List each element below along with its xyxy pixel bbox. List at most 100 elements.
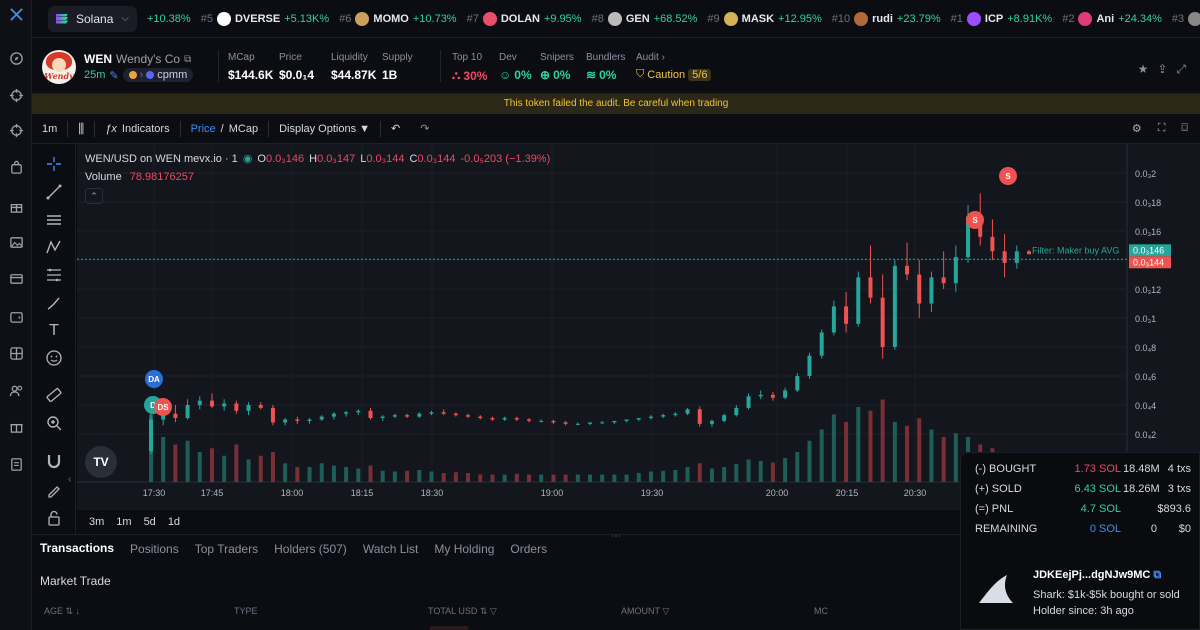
token-subline: 25m ✎ › cpmm [84,68,194,82]
volume-bar [478,474,483,482]
ticker-item[interactable]: #7 DOLAN +9.95% [467,11,582,26]
volume-bar [819,429,824,482]
ticker-item[interactable]: #3 [1172,11,1200,26]
ticker-item[interactable]: #2 Ani +24.34% [1062,11,1162,26]
indicators-button[interactable]: ƒx Indicators [95,114,179,144]
fullscreen-icon[interactable]: ⛶ [1158,122,1166,135]
audit-bundlers[interactable]: Bundlers ≋ 0% [586,52,625,82]
tab-top-traders[interactable]: Top Traders [187,542,266,556]
compass-icon[interactable] [8,50,24,66]
trendline-tool-icon[interactable] [44,182,64,202]
candle-body [185,405,190,419]
crosshair-icon[interactable] [8,87,24,103]
pnl-label: REMAINING [975,523,1038,535]
undo-icon[interactable]: ↶ [381,114,410,144]
volume-bar [307,467,312,482]
x-tick-label: 19:00 [541,488,564,498]
image-icon[interactable] [8,234,24,250]
col-total[interactable]: TOTAL USD ⇅ ▽ [428,606,497,617]
volume-bar [648,471,653,482]
volume-bar [868,410,873,482]
audit-top10[interactable]: Top 10 ⛬ 30% [452,52,487,83]
report-icon[interactable] [8,456,24,472]
candle-body [478,416,483,419]
tab-positions[interactable]: Positions [122,542,187,556]
volume-bar [551,474,556,482]
audit-summary[interactable]: Audit › ⛉ Caution 5/6 [636,52,712,81]
col-amount[interactable]: AMOUNT ▽ [621,606,669,617]
ticker-item[interactable]: #9 MASK +12.95% [707,11,822,26]
ticker-item[interactable]: #10 rudi +23.79% [832,11,941,26]
candle-body [868,277,873,298]
candle-body [466,415,471,417]
gift-icon[interactable] [8,198,24,214]
pattern-tool-icon[interactable] [44,237,64,257]
stack-icon: ≋ [586,68,597,82]
volume-bar [514,473,519,482]
tab-holders[interactable]: Holders (507) [266,542,355,556]
tab-transactions[interactable]: Transactions [32,541,122,557]
text-tool-icon[interactable]: T [44,321,64,341]
col-age[interactable]: AGE ⇅ ↓ [44,606,80,617]
interval-preset[interactable]: 1d [168,516,180,528]
ticker-item[interactable]: +10.38% [147,13,191,25]
trade-marker-label: S [972,216,978,225]
tab-my-holding[interactable]: My Holding [426,542,502,556]
interval-preset[interactable]: 5d [144,516,156,528]
interval-button[interactable]: 1m [32,114,67,144]
tab-orders[interactable]: Orders [502,542,555,556]
candle-body [331,413,336,417]
settings-icon[interactable]: ⚙ [1132,122,1142,135]
price-mcap-toggle[interactable]: Price / MCap [181,114,268,144]
present-icon[interactable] [8,418,24,434]
crosshair-icon: ⊕ [540,68,551,82]
panel-resize-handle[interactable]: ⋯ [611,531,621,542]
card-icon[interactable] [8,270,24,286]
interval-preset[interactable]: 1m [116,516,131,528]
chart-collapse-handle-icon[interactable]: ‹ [68,474,71,485]
display-options-button[interactable]: Display Options ▼ [269,114,380,144]
pnl-txs: 4 txs [1167,463,1191,475]
horizontal-lines-tool-icon[interactable] [44,210,64,230]
fib-tool-icon[interactable] [44,265,64,285]
edit-icon[interactable]: ✎ [109,69,118,82]
candle-body [380,416,385,419]
camera-icon[interactable]: ⌼ [1181,122,1188,135]
ticker-item[interactable]: #8 GEN +68.52% [592,11,697,26]
magnet-tool-icon[interactable] [44,451,64,471]
star-icon[interactable]: ★ [1138,62,1149,77]
copy-icon[interactable]: ⧉ [184,54,191,65]
eye-icon[interactable]: ◉ [243,152,253,165]
ticker-item[interactable]: #1 ICP +8.91K% [951,11,1052,26]
audit-snipers[interactable]: Snipers ⊕ 0% [540,52,574,82]
ruler-tool-icon[interactable] [44,385,64,405]
ticker-item[interactable]: #6 MOMO +10.73% [339,11,457,26]
wallet-icon[interactable] [8,308,24,324]
candle-type-button[interactable]: ⫼ [68,114,94,144]
crosshair-tool-icon[interactable] [44,154,64,174]
redo-icon[interactable]: ↷ [410,114,439,144]
collapse-legend-icon[interactable]: ⌃ [85,188,103,204]
ticker-symbol: Ani [1096,12,1115,25]
bag-icon[interactable] [8,159,24,175]
interval-preset[interactable]: 3m [89,516,104,528]
copy-icon[interactable]: ⧉ [1153,569,1161,581]
x-logo-icon[interactable] [8,6,24,22]
share-icon[interactable]: ⇪ [1157,62,1167,77]
target-icon[interactable] [8,122,24,138]
users-icon[interactable] [8,382,24,398]
ticker-item[interactable]: #5 DVERSE +5.13K% [201,11,329,26]
pnl-sol: 4.7 SOL [1080,503,1121,515]
zoom-tool-icon[interactable] [44,413,64,433]
brush-tool-icon[interactable] [44,293,64,313]
lock-icon[interactable] [44,508,64,528]
expand-icon[interactable]: ⤢ [1176,62,1186,77]
tab-watch-list[interactable]: Watch List [355,542,427,556]
emoji-tool-icon[interactable] [44,348,64,368]
holder-address[interactable]: JDKEejPj...dgNJw9MC ⧉ [1033,569,1161,582]
audit-dev[interactable]: Dev ☺ 0% [499,52,532,82]
chain-selector[interactable]: Solana ⌵ [48,5,137,32]
pool-pill[interactable]: › cpmm [122,68,194,82]
grid-icon[interactable] [8,345,24,361]
lock-drawings-icon[interactable] [44,480,64,500]
